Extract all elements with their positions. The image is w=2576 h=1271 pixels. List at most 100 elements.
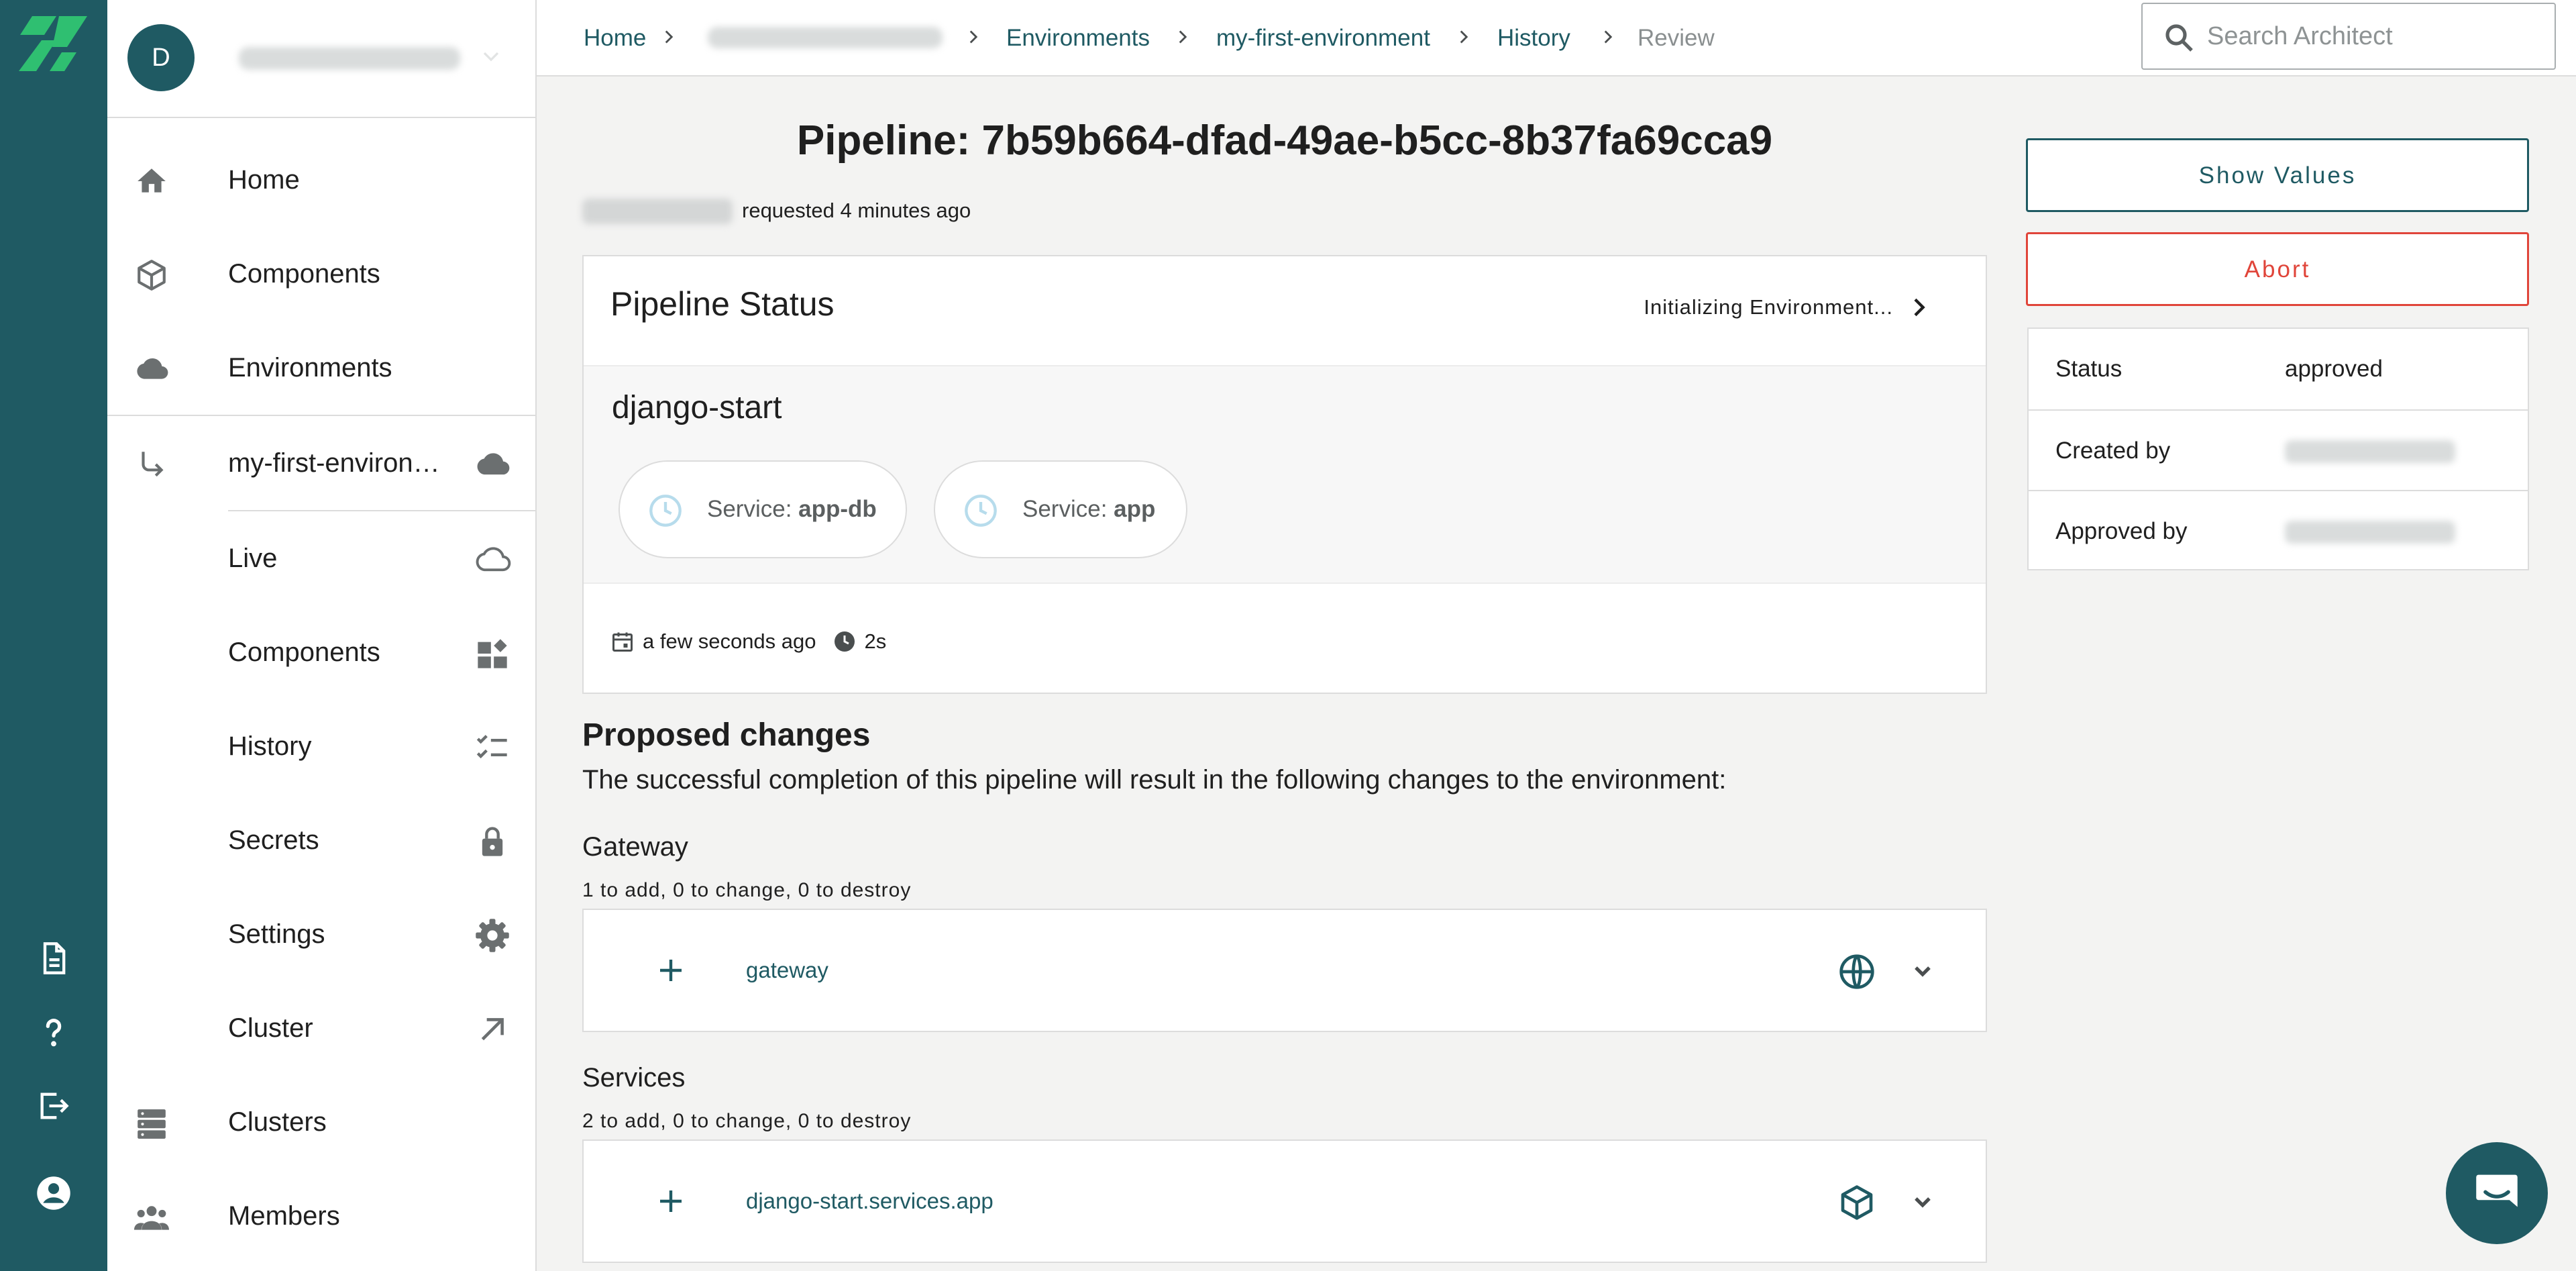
chevron-right-icon [665, 30, 674, 44]
sidebar-item-label: Cluster [228, 1013, 313, 1043]
show-values-button[interactable]: Show Values [2026, 138, 2529, 212]
requester-blurred [582, 199, 733, 224]
pipeline-info-table: Status approved Created by Approved by [2027, 327, 2529, 570]
search-input[interactable] [2207, 5, 2542, 67]
info-label: Created by [2055, 438, 2171, 464]
pipeline-meta: a few seconds ago 2s [610, 627, 886, 656]
sidebar-item-history[interactable]: History [107, 701, 537, 792]
service-chip-label: Service: app [1022, 462, 1155, 557]
help-icon[interactable] [27, 1005, 80, 1059]
pipeline-started: a few seconds ago [643, 629, 816, 653]
cloud-icon [134, 352, 169, 387]
app-rail [0, 0, 107, 1271]
sidebar-item-settings[interactable]: Settings [107, 888, 537, 980]
sidebar: D Home Components Environments my-first-… [107, 0, 537, 1271]
document-icon[interactable] [27, 931, 80, 985]
sidebar-item-env-components[interactable]: Components [107, 607, 537, 698]
service-prefix: Service: [1022, 496, 1108, 522]
change-resource-name[interactable]: gateway [746, 910, 828, 1031]
sidebar-item-label: Clusters [228, 1107, 327, 1137]
cube-outline-icon [1838, 1184, 1876, 1221]
search-icon [2163, 21, 2195, 54]
pipeline-duration: 2s [864, 629, 887, 653]
account-name-blurred [239, 47, 460, 70]
breadcrumb-environment[interactable]: my-first-environment [1216, 0, 1430, 77]
stage-name: django-start [612, 390, 782, 425]
sidebar-item-live[interactable]: Live [107, 513, 537, 604]
change-resource-name[interactable]: django-start.services.app [746, 1141, 994, 1262]
sidebar-item-label: Components [228, 638, 380, 667]
chevron-down-icon[interactable] [1907, 954, 1939, 986]
sidebar-item-label: Secrets [228, 825, 319, 855]
pipeline-state-label: Initializing Environment... [1644, 295, 1893, 319]
sidebar-item-environments[interactable]: Environments [107, 322, 537, 413]
proposed-changes-title: Proposed changes [582, 717, 871, 753]
chevron-right-icon [1604, 30, 1613, 44]
logo-icon[interactable] [17, 16, 91, 71]
lock-icon [474, 823, 511, 860]
breadcrumb-account-blurred[interactable] [708, 27, 943, 48]
calendar-icon [612, 632, 633, 652]
service-prefix: Service: [707, 496, 792, 522]
divider [228, 510, 537, 511]
chevron-right-icon [1460, 30, 1468, 44]
service-chip[interactable]: Service: app-db [619, 460, 907, 558]
chevron-down-icon[interactable] [1907, 1185, 1939, 1217]
checklist-icon [474, 729, 511, 766]
account-switcher[interactable]: D [107, 0, 537, 118]
service-chip-label: Service: app-db [707, 462, 877, 557]
dashboard-icon [474, 635, 511, 672]
service-chip[interactable]: Service: app [934, 460, 1187, 558]
search-box[interactable] [2141, 3, 2556, 70]
breadcrumb-review: Review [1638, 25, 1715, 51]
logout-icon[interactable] [27, 1079, 80, 1133]
plus-icon [655, 954, 687, 986]
change-item: django-start.services.app [582, 1139, 1987, 1263]
sidebar-item-label: Live [228, 544, 278, 573]
pipeline-stage: django-start Service: app-db Service: ap… [584, 365, 1986, 584]
pipeline-state-link[interactable]: Initializing Environment... [1644, 293, 1932, 322]
abort-button[interactable]: Abort [2026, 232, 2529, 306]
gear-icon [474, 917, 511, 954]
created-by-blurred [2285, 440, 2455, 463]
home-icon [134, 164, 169, 199]
chevron-right-icon [969, 30, 978, 44]
clock-icon [834, 631, 855, 652]
chevron-right-icon [1914, 298, 1925, 317]
sidebar-item-home[interactable]: Home [107, 134, 537, 225]
sidebar-item-members[interactable]: Members [107, 1170, 537, 1262]
group-icon [134, 1200, 169, 1235]
sidebar-item-clusters[interactable]: Clusters [107, 1076, 537, 1168]
sidebar-item-environment[interactable]: my-first-environ… [107, 417, 537, 509]
breadcrumb-environments[interactable]: Environments [1006, 0, 1150, 77]
arrow-up-right-icon [474, 1011, 511, 1048]
change-item: gateway [582, 909, 1987, 1032]
info-label: Status [2055, 356, 2123, 382]
top-bar: Home Environments my-first-environment H… [537, 0, 2576, 77]
info-row-created-by: Created by [2029, 409, 2528, 490]
sidebar-item-label: Home [228, 165, 300, 195]
breadcrumb-home[interactable]: Home [584, 0, 646, 77]
chat-icon [2476, 1174, 2518, 1207]
pipeline-status-card: Pipeline Status Initializing Environment… [582, 255, 1987, 694]
requested-time: requested 4 minutes ago [742, 199, 971, 222]
sidebar-item-secrets[interactable]: Secrets [107, 795, 537, 886]
chat-button[interactable] [2446, 1142, 2548, 1244]
sidebar-item-cluster[interactable]: Cluster [107, 982, 537, 1074]
sidebar-item-label: Settings [228, 919, 325, 949]
account-circle-icon[interactable] [27, 1166, 80, 1220]
divider [107, 415, 537, 416]
subdirectory-arrow-icon [134, 447, 169, 482]
sidebar-item-components[interactable]: Components [107, 228, 537, 319]
change-group-title: Services [582, 1063, 686, 1092]
change-group-title: Gateway [582, 832, 688, 862]
pipeline-status-title: Pipeline Status [610, 285, 835, 323]
plus-icon [655, 1185, 687, 1217]
breadcrumb-history[interactable]: History [1497, 0, 1570, 77]
sidebar-item-label: Members [228, 1201, 340, 1231]
cube-outline-icon [134, 258, 169, 293]
proposed-changes-description: The successful completion of this pipeli… [582, 765, 1727, 795]
globe-icon [1838, 953, 1876, 990]
approved-by-blurred [2285, 521, 2455, 544]
clock-icon [648, 493, 683, 528]
